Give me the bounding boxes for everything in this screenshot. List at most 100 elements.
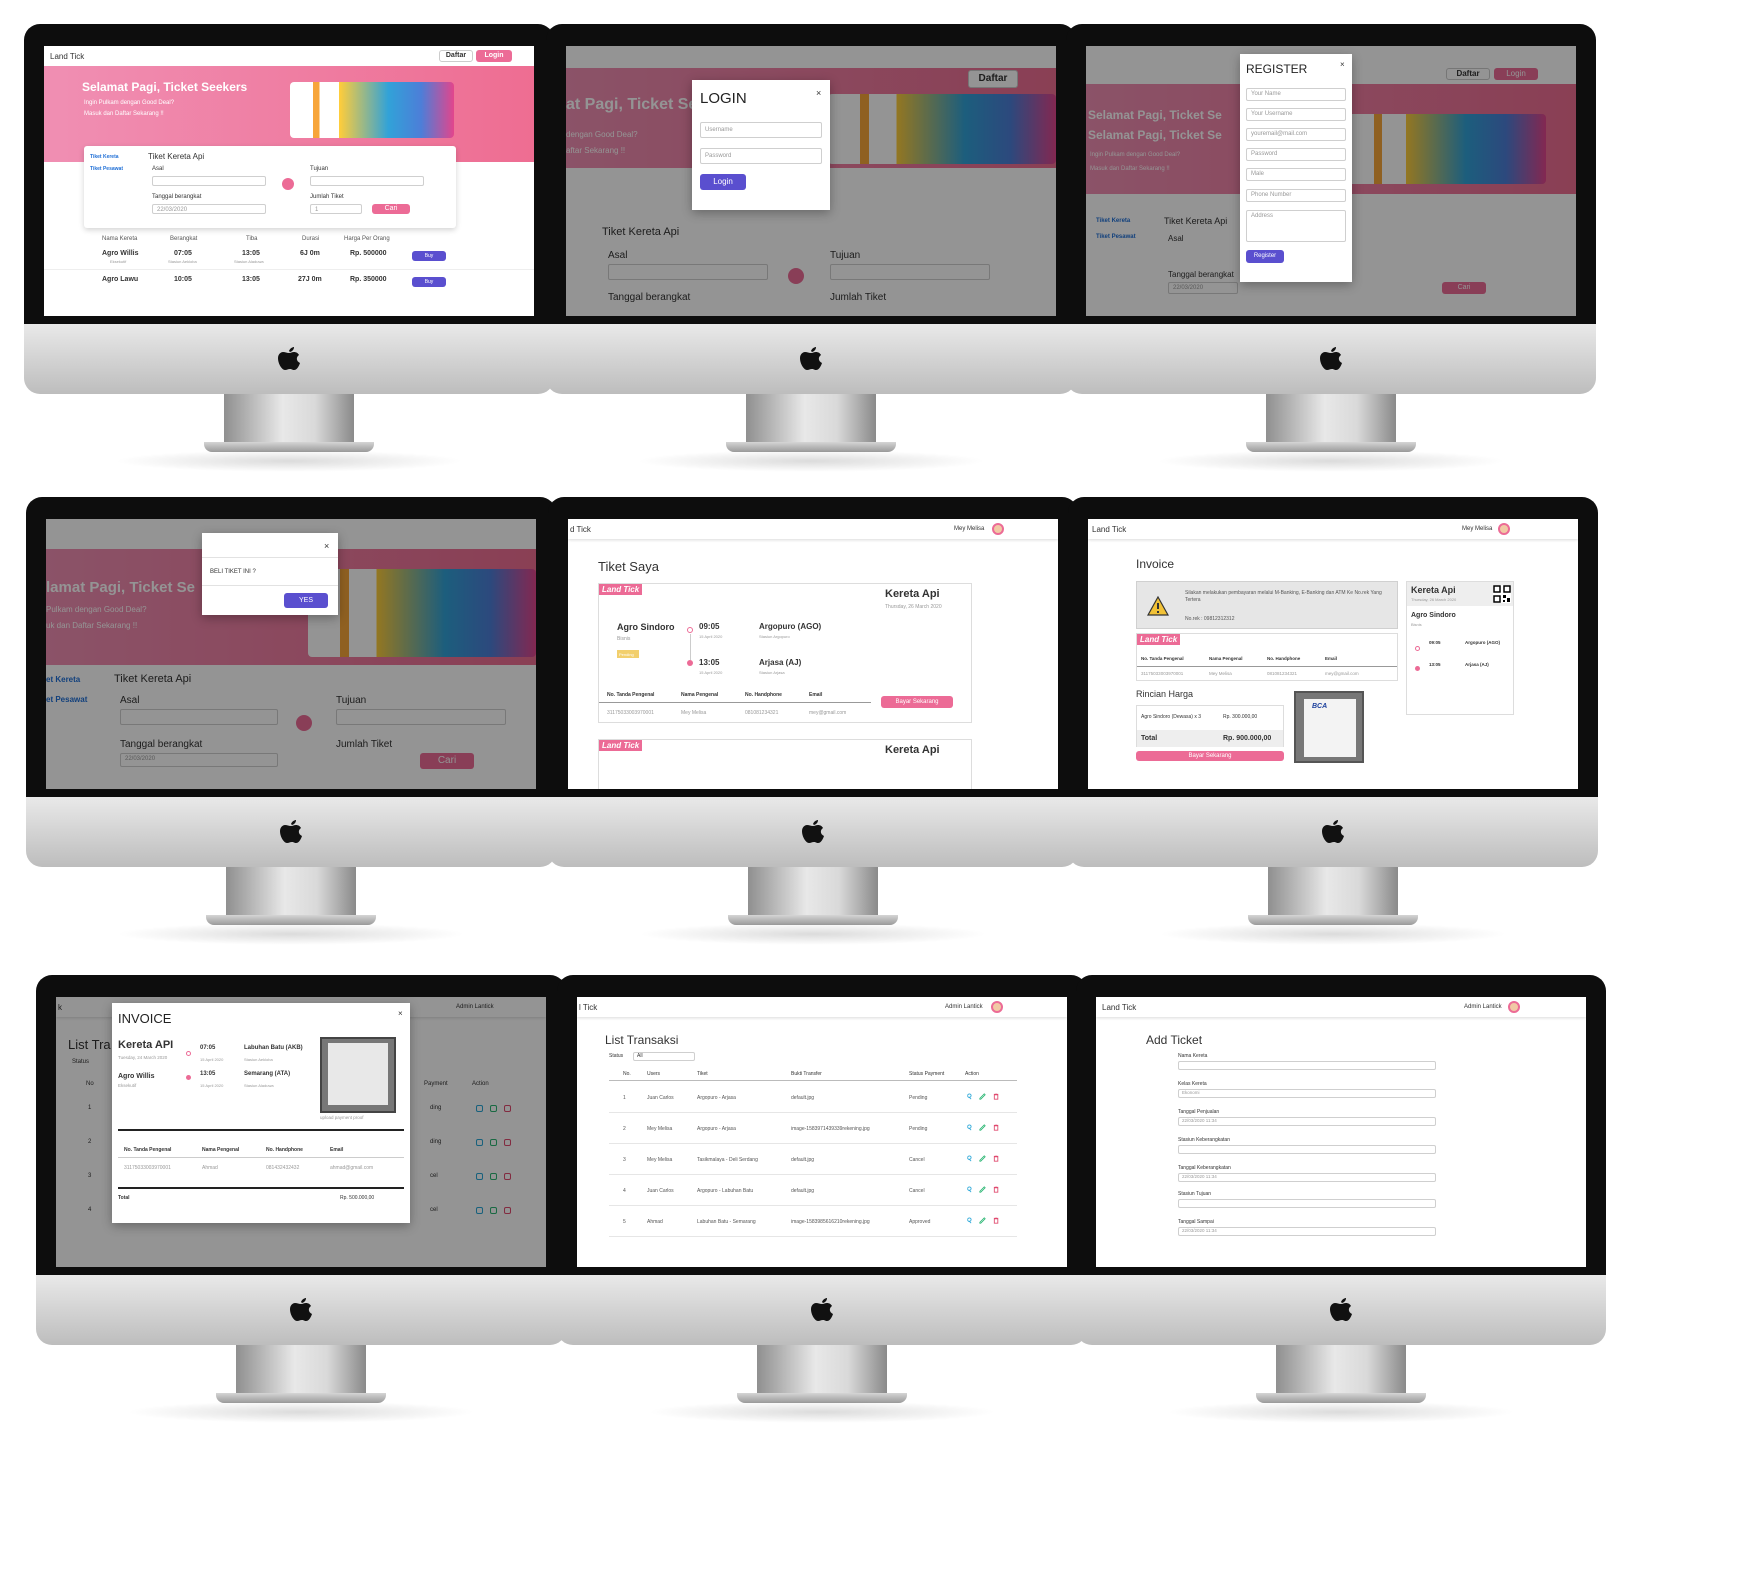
brand-logo[interactable]: Land Tick <box>50 52 84 61</box>
value-name: Ahmad <box>202 1165 218 1171</box>
buy-button[interactable]: Buy <box>412 277 446 287</box>
email-input[interactable]: youremail@mail.com <box>1246 128 1346 141</box>
ticket-card: Land Tick Kereta Api Thursday, 26 March … <box>598 583 972 723</box>
payment-proof-image[interactable]: BCA <box>1294 691 1364 763</box>
search-icon[interactable] <box>965 1155 972 1162</box>
brand-logo[interactable]: Land Tick <box>1102 1003 1136 1012</box>
search-icon[interactable] <box>965 1124 972 1131</box>
row-user: Mey Melisa <box>647 1126 673 1132</box>
trash-icon[interactable] <box>993 1217 1000 1224</box>
avatar-icon[interactable] <box>991 1001 1003 1013</box>
upload-proof-label[interactable]: upload payment proof <box>320 1115 364 1120</box>
address-textarea[interactable]: Address <box>1246 210 1346 242</box>
train-name-input[interactable] <box>1178 1061 1436 1070</box>
promo-banner[interactable] <box>290 82 454 138</box>
arrive-station-select[interactable] <box>1178 1199 1436 1208</box>
edit-icon[interactable] <box>979 1155 986 1162</box>
trash-icon[interactable] <box>993 1186 1000 1193</box>
train-name: Agro Willis <box>102 250 139 257</box>
register-submit-button[interactable]: Register <box>1246 250 1284 263</box>
avatar-icon[interactable] <box>1498 523 1510 535</box>
login-button[interactable]: Login <box>476 50 512 62</box>
edit-icon[interactable] <box>979 1093 986 1100</box>
apple-logo-icon <box>800 347 822 370</box>
pay-now-button[interactable]: Bayar Sekarang <box>1136 751 1284 761</box>
search-icon[interactable] <box>965 1186 972 1193</box>
user-name[interactable]: Admin Lantick <box>945 1004 983 1010</box>
brand-logo[interactable]: l Tick <box>579 1003 597 1012</box>
date-input[interactable]: 22/03/2020 <box>152 204 266 214</box>
monitor-stand <box>1268 867 1398 919</box>
col-id: No. Tanda Pengenal <box>124 1147 172 1153</box>
close-icon[interactable]: × <box>324 541 329 551</box>
depart-station-select[interactable] <box>1178 1145 1436 1154</box>
brand-logo[interactable]: Land Tick <box>1092 525 1126 534</box>
close-icon[interactable]: × <box>816 88 821 98</box>
username-input[interactable]: Username <box>700 122 822 138</box>
user-name[interactable]: Admin Lantick <box>1464 1004 1502 1010</box>
search-icon[interactable] <box>965 1093 972 1100</box>
ticket-type: Kereta Api <box>1411 585 1456 595</box>
search-button[interactable]: Cari <box>372 204 410 214</box>
row-ticket: Argopuro - Labuhan Batu <box>697 1188 754 1194</box>
username-input[interactable]: Your Username <box>1246 108 1346 121</box>
user-name[interactable]: Mey Melisa <box>954 526 984 532</box>
gender-select[interactable]: Male <box>1246 168 1346 181</box>
row-no: 5 <box>623 1219 626 1225</box>
col-action: Action <box>965 1071 979 1077</box>
arrive-date-input[interactable]: 22/03/2020 11:34 <box>1178 1227 1436 1236</box>
row-no: 2 <box>623 1126 626 1132</box>
ticket-brand-tag: Land Tick <box>599 584 643 595</box>
payment-proof-image[interactable] <box>320 1037 396 1113</box>
pay-now-button[interactable]: Bayar Sekarang <box>881 696 953 708</box>
avatar-icon[interactable] <box>992 523 1004 535</box>
edit-icon[interactable] <box>979 1217 986 1224</box>
search-icon[interactable] <box>965 1217 972 1224</box>
divider <box>118 1129 404 1131</box>
hero-title: Selamat Pagi, Ticket Seekers <box>82 80 248 94</box>
tab-train[interactable]: Tiket Kereta <box>90 154 119 160</box>
close-icon[interactable]: × <box>398 1009 403 1018</box>
qty-select[interactable]: 1 <box>310 204 362 214</box>
total-label: Total <box>118 1195 130 1201</box>
user-name[interactable]: Mey Melisa <box>1462 526 1492 532</box>
depart-date: 15 April 2020 <box>699 634 723 639</box>
swap-icon[interactable] <box>282 178 294 190</box>
sale-date-input[interactable]: 22/03/2020 11:34 <box>1178 1117 1436 1126</box>
edit-icon[interactable] <box>979 1186 986 1193</box>
col-email: Email <box>809 692 823 698</box>
trash-icon[interactable] <box>993 1093 1000 1100</box>
depart-date-input[interactable]: 22/03/2020 11:34 <box>1178 1173 1436 1182</box>
destination-select[interactable] <box>310 176 424 186</box>
navbar: Land Tick Admin Lantick <box>1096 997 1586 1017</box>
name-input[interactable]: Your Name <box>1246 88 1346 101</box>
password-input[interactable]: Password <box>700 148 822 164</box>
trash-icon[interactable] <box>993 1155 1000 1162</box>
password-input[interactable]: Password <box>1246 148 1346 161</box>
row-status: Approved <box>909 1219 931 1225</box>
phone-input[interactable]: Phone Number <box>1246 189 1346 202</box>
arrive-station-sub: Stasiun Aladuwa <box>244 1083 274 1088</box>
status-filter-label: Status <box>609 1053 624 1059</box>
buy-button[interactable]: Buy <box>412 251 446 261</box>
col-status: Status Payment <box>909 1071 945 1077</box>
yes-button[interactable]: YES <box>284 593 328 608</box>
col-ticket: Tiket <box>697 1071 708 1077</box>
navbar: d Tick Mey Melisa <box>568 519 1058 539</box>
train-class-select[interactable]: Ekonomi <box>1178 1089 1436 1098</box>
origin-select[interactable] <box>152 176 266 186</box>
avatar-icon[interactable] <box>1508 1001 1520 1013</box>
trash-icon[interactable] <box>993 1124 1000 1131</box>
arrive-station: Arjasa (AJ) <box>1465 662 1489 667</box>
close-icon[interactable]: × <box>1340 60 1345 69</box>
brand-logo[interactable]: d Tick <box>570 525 591 534</box>
edit-icon[interactable] <box>979 1124 986 1131</box>
login-submit-button[interactable]: Login <box>700 174 746 190</box>
receipt-paper: BCA <box>1304 699 1356 757</box>
depart-station-label: Stasiun Keberangkatan <box>1178 1137 1230 1143</box>
tab-plane[interactable]: Tiket Pesawat <box>90 166 123 172</box>
divider <box>1137 666 1397 667</box>
register-button[interactable]: Daftar <box>439 50 473 62</box>
status-filter-select[interactable]: All <box>633 1052 695 1061</box>
hero-subtitle: Ingin Pulkam dengan Good Deal? <box>84 100 175 106</box>
